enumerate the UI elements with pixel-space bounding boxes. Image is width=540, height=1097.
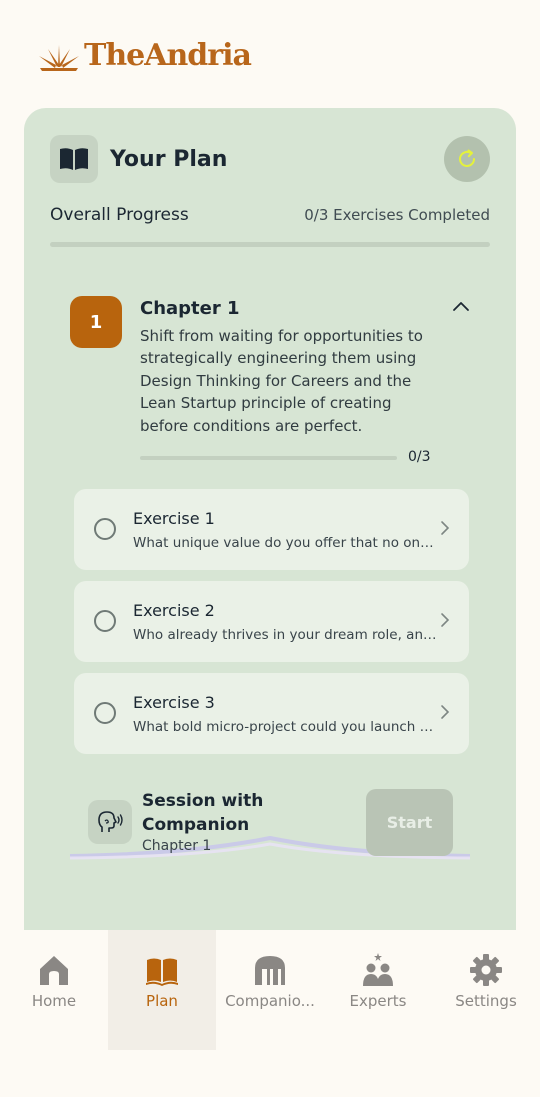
nav-item-companion[interactable]: Companio... bbox=[216, 930, 324, 1050]
exercise-subtitle: What unique value do you offer that no o… bbox=[133, 535, 438, 551]
chapter-description: Shift from waiting for opportunities to … bbox=[140, 327, 423, 435]
refresh-button[interactable] bbox=[444, 136, 490, 182]
exercise-subtitle: Who already thrives in your dream role, … bbox=[133, 627, 438, 643]
start-session-button[interactable]: Start bbox=[366, 789, 453, 856]
nav-item-settings[interactable]: Settings bbox=[432, 930, 540, 1050]
overall-progress-row: Overall Progress 0/3 Exercises Completed bbox=[50, 205, 490, 225]
session-title: Session with Companion bbox=[142, 791, 264, 835]
brand-name: TheAndria bbox=[84, 38, 252, 73]
exercise-checkbox[interactable] bbox=[94, 518, 116, 540]
chapter-number-badge: 1 bbox=[70, 296, 122, 348]
chevron-up-icon[interactable] bbox=[450, 296, 472, 318]
gear-icon bbox=[470, 954, 502, 986]
book-icon bbox=[146, 958, 178, 986]
refresh-icon bbox=[459, 149, 475, 167]
exercise-subtitle: What bold micro-project could you launch… bbox=[133, 719, 438, 735]
exercise-checkbox[interactable] bbox=[94, 702, 116, 724]
overall-progress-bar bbox=[50, 242, 490, 247]
nav-label: Plan bbox=[146, 992, 178, 1010]
nav-label: Companio... bbox=[225, 992, 315, 1010]
plan-card: Your Plan Overall Progress 0/3 Exercises… bbox=[24, 108, 516, 948]
chapter-progress-count: 0/3 bbox=[408, 449, 431, 465]
nav-label: Settings bbox=[455, 992, 517, 1010]
exercise-title: Exercise 3 bbox=[133, 693, 215, 712]
exercise-checkbox[interactable] bbox=[94, 610, 116, 632]
chevron-right-icon bbox=[441, 705, 450, 719]
chevron-right-icon bbox=[441, 613, 450, 627]
bottom-nav: Home Plan Companio... Experts Settings bbox=[0, 930, 540, 1097]
session-subtitle: Chapter 1 bbox=[142, 838, 212, 854]
plan-header: Your Plan bbox=[50, 135, 490, 183]
talking-head-icon bbox=[98, 811, 123, 832]
app-logo: TheAndria bbox=[36, 38, 252, 74]
nav-item-plan[interactable]: Plan bbox=[108, 930, 216, 1050]
exercise-title: Exercise 1 bbox=[133, 509, 215, 528]
overall-progress-label: Overall Progress bbox=[50, 205, 189, 225]
exercise-card-1[interactable]: Exercise 1 What unique value do you offe… bbox=[74, 489, 469, 570]
session-companion-tile bbox=[88, 800, 132, 844]
companion-icon bbox=[255, 956, 285, 985]
sun-logo-icon bbox=[39, 45, 79, 71]
chevron-right-icon bbox=[441, 521, 450, 535]
overall-progress-status: 0/3 Exercises Completed bbox=[304, 206, 490, 224]
experts-icon bbox=[363, 953, 393, 986]
nav-label: Experts bbox=[349, 992, 407, 1010]
plan-title: Your Plan bbox=[110, 146, 228, 172]
plan-book-tile bbox=[50, 135, 98, 183]
exercise-title: Exercise 2 bbox=[133, 601, 215, 620]
chapter-progress-bar bbox=[140, 456, 397, 460]
nav-item-experts[interactable]: Experts bbox=[324, 930, 432, 1050]
nav-item-home[interactable]: Home bbox=[0, 930, 108, 1050]
chapter-title: Chapter 1 bbox=[140, 298, 240, 319]
exercise-card-3[interactable]: Exercise 3 What bold micro-project could… bbox=[74, 673, 469, 754]
home-icon bbox=[40, 956, 68, 985]
exercise-card-2[interactable]: Exercise 2 Who already thrives in your d… bbox=[74, 581, 469, 662]
open-book-icon bbox=[60, 148, 88, 170]
nav-label: Home bbox=[31, 992, 77, 1010]
